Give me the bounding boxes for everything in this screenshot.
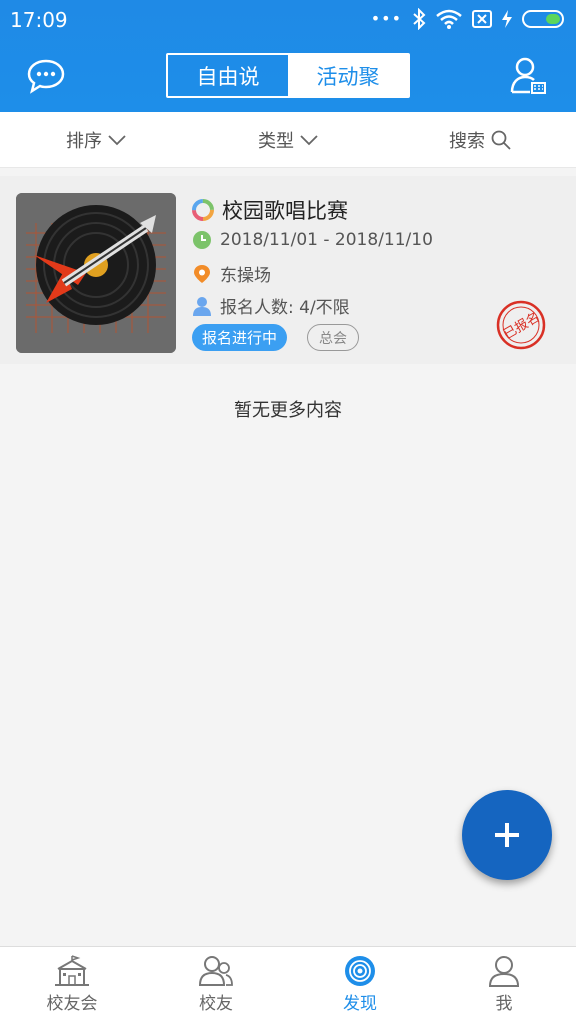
chevron-down-icon [300, 134, 318, 145]
type-label: 类型 [258, 130, 294, 152]
tab-me[interactable]: 我 [432, 947, 576, 1024]
wifi-icon [436, 9, 462, 29]
tab-label: 发现 [343, 994, 377, 1014]
segment-activities[interactable]: 活动聚 [288, 55, 408, 96]
tab-label: 我 [495, 994, 513, 1014]
user-card-icon [510, 57, 546, 94]
person-icon [488, 956, 520, 987]
search-icon [491, 130, 511, 150]
tab-label: 校友 [199, 994, 233, 1014]
segment-control: 自由说 活动聚 [166, 53, 410, 98]
sim-icon [472, 10, 492, 28]
search-filter[interactable]: 搜索 [384, 112, 576, 167]
event-date-row: 2018/11/01 - 2018/11/10 [192, 230, 433, 250]
event-location-row: 东操场 [192, 261, 271, 286]
tab-discover[interactable]: 发现 [288, 947, 432, 1024]
sort-filter[interactable]: 排序 [0, 112, 192, 167]
clock-icon [193, 231, 211, 249]
status-icons: ••• [371, 8, 566, 30]
tab-alumni[interactable]: 校友 [144, 947, 288, 1024]
event-date: 2018/11/01 - 2018/11/10 [220, 230, 433, 250]
event-participants: 报名人数: 4/不限 [220, 298, 350, 318]
add-activity-button[interactable] [462, 790, 552, 880]
list-end-text: 暂无更多内容 [234, 400, 342, 421]
people-icon [198, 956, 233, 986]
event-participants-row: 报名人数: 4/不限 [192, 293, 350, 318]
event-card[interactable]: 校园歌唱比赛 2018/11/01 - 2018/11/10 东操场 报名人数:… [0, 176, 576, 364]
sort-label: 排序 [66, 130, 102, 152]
event-location: 东操场 [220, 266, 271, 286]
app-header: 17:09 ••• 自由说 活动聚 [0, 0, 576, 112]
battery-icon [522, 10, 564, 28]
charging-icon [502, 10, 512, 28]
tab-label: 校友会 [46, 994, 98, 1014]
user-card-button[interactable] [510, 56, 546, 96]
person-icon [193, 296, 211, 316]
bluetooth-icon [413, 8, 426, 30]
chat-button[interactable] [26, 58, 66, 94]
tab-alumni-association[interactable]: 校友会 [0, 947, 144, 1024]
event-title: 校园歌唱比赛 [222, 199, 348, 223]
segment-free-talk[interactable]: 自由说 [168, 55, 288, 96]
chevron-down-icon [108, 134, 126, 145]
chat-bubble-icon [27, 59, 65, 94]
org-badge: 总会 [307, 324, 359, 351]
status-bar: 17:09 ••• [0, 0, 576, 40]
location-pin-icon [194, 264, 210, 283]
filter-bar: 排序 类型 搜索 [0, 112, 576, 168]
search-label: 搜索 [449, 130, 485, 152]
more-dots: ••• [370, 9, 402, 28]
status-badge: 报名进行中 [192, 324, 288, 351]
event-thumbnail [16, 193, 176, 353]
activity-badge-icon [192, 199, 214, 221]
status-time: 17:09 [10, 8, 68, 32]
registered-stamp: 已报名 [496, 300, 546, 350]
plus-icon [495, 823, 519, 847]
type-filter[interactable]: 类型 [192, 112, 384, 167]
bottom-tab-bar: 校友会 校友 发现 我 [0, 946, 576, 1024]
school-building-icon [55, 955, 89, 986]
discover-icon [345, 956, 375, 986]
